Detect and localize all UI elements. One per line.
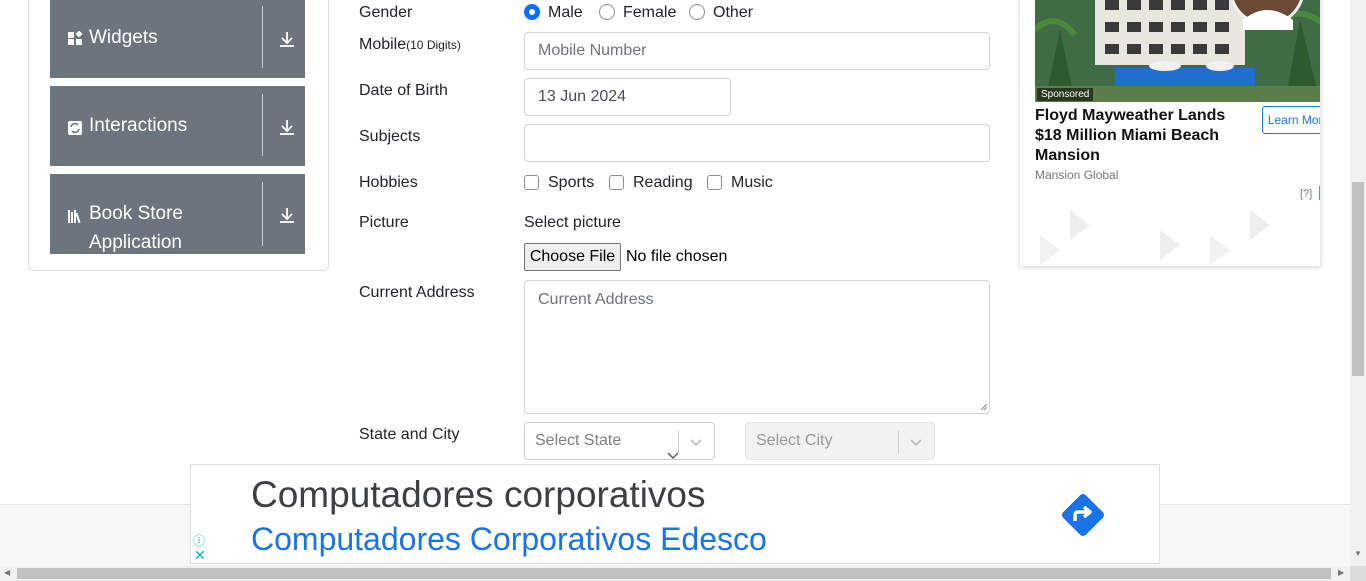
- accordion-interactions-label: Interactions: [89, 115, 188, 136]
- hobby-reading-checkbox[interactable]: [609, 175, 624, 190]
- divider: [262, 182, 263, 246]
- mobile-label: Mobile(10 Digits): [359, 36, 461, 54]
- state-select[interactable]: Select State: [524, 422, 715, 460]
- banner-ad-subtitle[interactable]: Computadores Corporativos Edesco: [251, 521, 767, 558]
- directions-arrow-icon[interactable]: [1059, 491, 1107, 539]
- city-select-placeholder: Select City: [756, 432, 833, 449]
- sponsored-badge: Sponsored: [1037, 88, 1094, 101]
- scroll-down-arrow-icon[interactable]: ▼: [1354, 549, 1362, 558]
- ad-help-link[interactable]: [?]: [1300, 188, 1312, 200]
- learn-more-button[interactable]: Learn More: [1262, 106, 1320, 134]
- ad-image[interactable]: [1035, 0, 1320, 102]
- accordion-book-store-label-line1: Book Store: [89, 203, 183, 224]
- ad-pattern: [1040, 210, 1270, 265]
- subjects-label: Subjects: [359, 128, 421, 145]
- hobby-music-label[interactable]: Music: [731, 174, 773, 192]
- choose-file-button[interactable]: Choose File: [524, 243, 621, 271]
- divider: [262, 6, 263, 68]
- vertical-scrollbar-thumb[interactable]: [1352, 182, 1364, 376]
- select-divider: [678, 431, 679, 453]
- city-select[interactable]: Select City: [745, 422, 935, 460]
- accordion-book-store-label-line2: Application: [89, 232, 182, 253]
- chevron-down-icon: [667, 452, 679, 459]
- adchoices-icon[interactable]: [1318, 186, 1320, 200]
- subjects-input[interactable]: [524, 124, 990, 162]
- dob-input[interactable]: 13 Jun 2024: [524, 78, 731, 116]
- chevron-down-icon: [690, 439, 702, 447]
- download-icon: [280, 120, 294, 135]
- accordion-widgets[interactable]: Widgets: [50, 0, 305, 78]
- hobby-sports-checkbox[interactable]: [524, 175, 539, 190]
- ad-headline[interactable]: Floyd Mayweather Lands $18 Million Miami…: [1035, 106, 1235, 166]
- banner-ad[interactable]: Computadores corporativos Computadores C…: [190, 464, 1160, 564]
- scrollbar-corner: [1350, 566, 1366, 581]
- gender-female-radio[interactable]: [599, 4, 615, 20]
- gender-male-radio[interactable]: [524, 4, 540, 20]
- hobbies-label: Hobbies: [359, 174, 418, 191]
- scroll-right-arrow-icon[interactable]: ▶: [1338, 568, 1344, 577]
- select-picture-text: Select picture: [524, 214, 621, 231]
- accordion-widgets-label: Widgets: [89, 27, 158, 48]
- gender-male-label[interactable]: Male: [548, 4, 583, 22]
- current-address-textarea[interactable]: Current Address: [524, 280, 990, 414]
- hobby-music-checkbox[interactable]: [707, 175, 722, 190]
- page: Widgets Interactions Book Store Applicat…: [0, 0, 1366, 581]
- side-ad[interactable]: Sponsored Floyd Mayweather Lands $18 Mil…: [1020, 0, 1320, 266]
- picture-label: Picture: [359, 214, 409, 231]
- gender-label: Gender: [359, 4, 413, 21]
- file-status: No file chosen: [626, 248, 728, 265]
- accordion-interactions[interactable]: Interactions: [50, 86, 305, 166]
- download-icon: [280, 32, 294, 47]
- hobby-reading-label[interactable]: Reading: [633, 174, 693, 192]
- hobby-sports-label[interactable]: Sports: [548, 174, 594, 192]
- ad-source[interactable]: Mansion Global: [1035, 168, 1118, 182]
- accordion-book-store[interactable]: Book Store Application: [50, 174, 305, 254]
- gender-other-radio[interactable]: [689, 4, 705, 20]
- state-city-label: State and City: [359, 426, 460, 443]
- ad-close-icon[interactable]: ✕: [194, 547, 206, 564]
- mobile-input[interactable]: Mobile Number: [524, 32, 990, 70]
- mobile-label-text: Mobile: [359, 36, 407, 53]
- horizontal-scrollbar-thumb[interactable]: [17, 568, 1331, 579]
- resize-handle-icon[interactable]: [980, 403, 988, 411]
- divider: [262, 94, 263, 156]
- interactions-icon: [68, 121, 82, 135]
- dob-label: Date of Birth: [359, 82, 448, 99]
- widgets-icon: [68, 31, 83, 45]
- current-address-label: Current Address: [359, 284, 475, 301]
- download-icon: [280, 208, 294, 223]
- scroll-left-arrow-icon[interactable]: ◀: [4, 568, 10, 577]
- gender-other-label[interactable]: Other: [713, 4, 753, 22]
- banner-ad-title[interactable]: Computadores corporativos: [251, 474, 706, 516]
- state-select-placeholder: Select State: [535, 432, 622, 449]
- mobile-hint: (10 Digits): [406, 38, 461, 52]
- chevron-down-icon: [910, 439, 922, 447]
- select-divider: [898, 431, 899, 453]
- mansion-photo: [1035, 0, 1320, 102]
- gender-female-label[interactable]: Female: [623, 4, 676, 22]
- book-store-icon: [68, 210, 81, 224]
